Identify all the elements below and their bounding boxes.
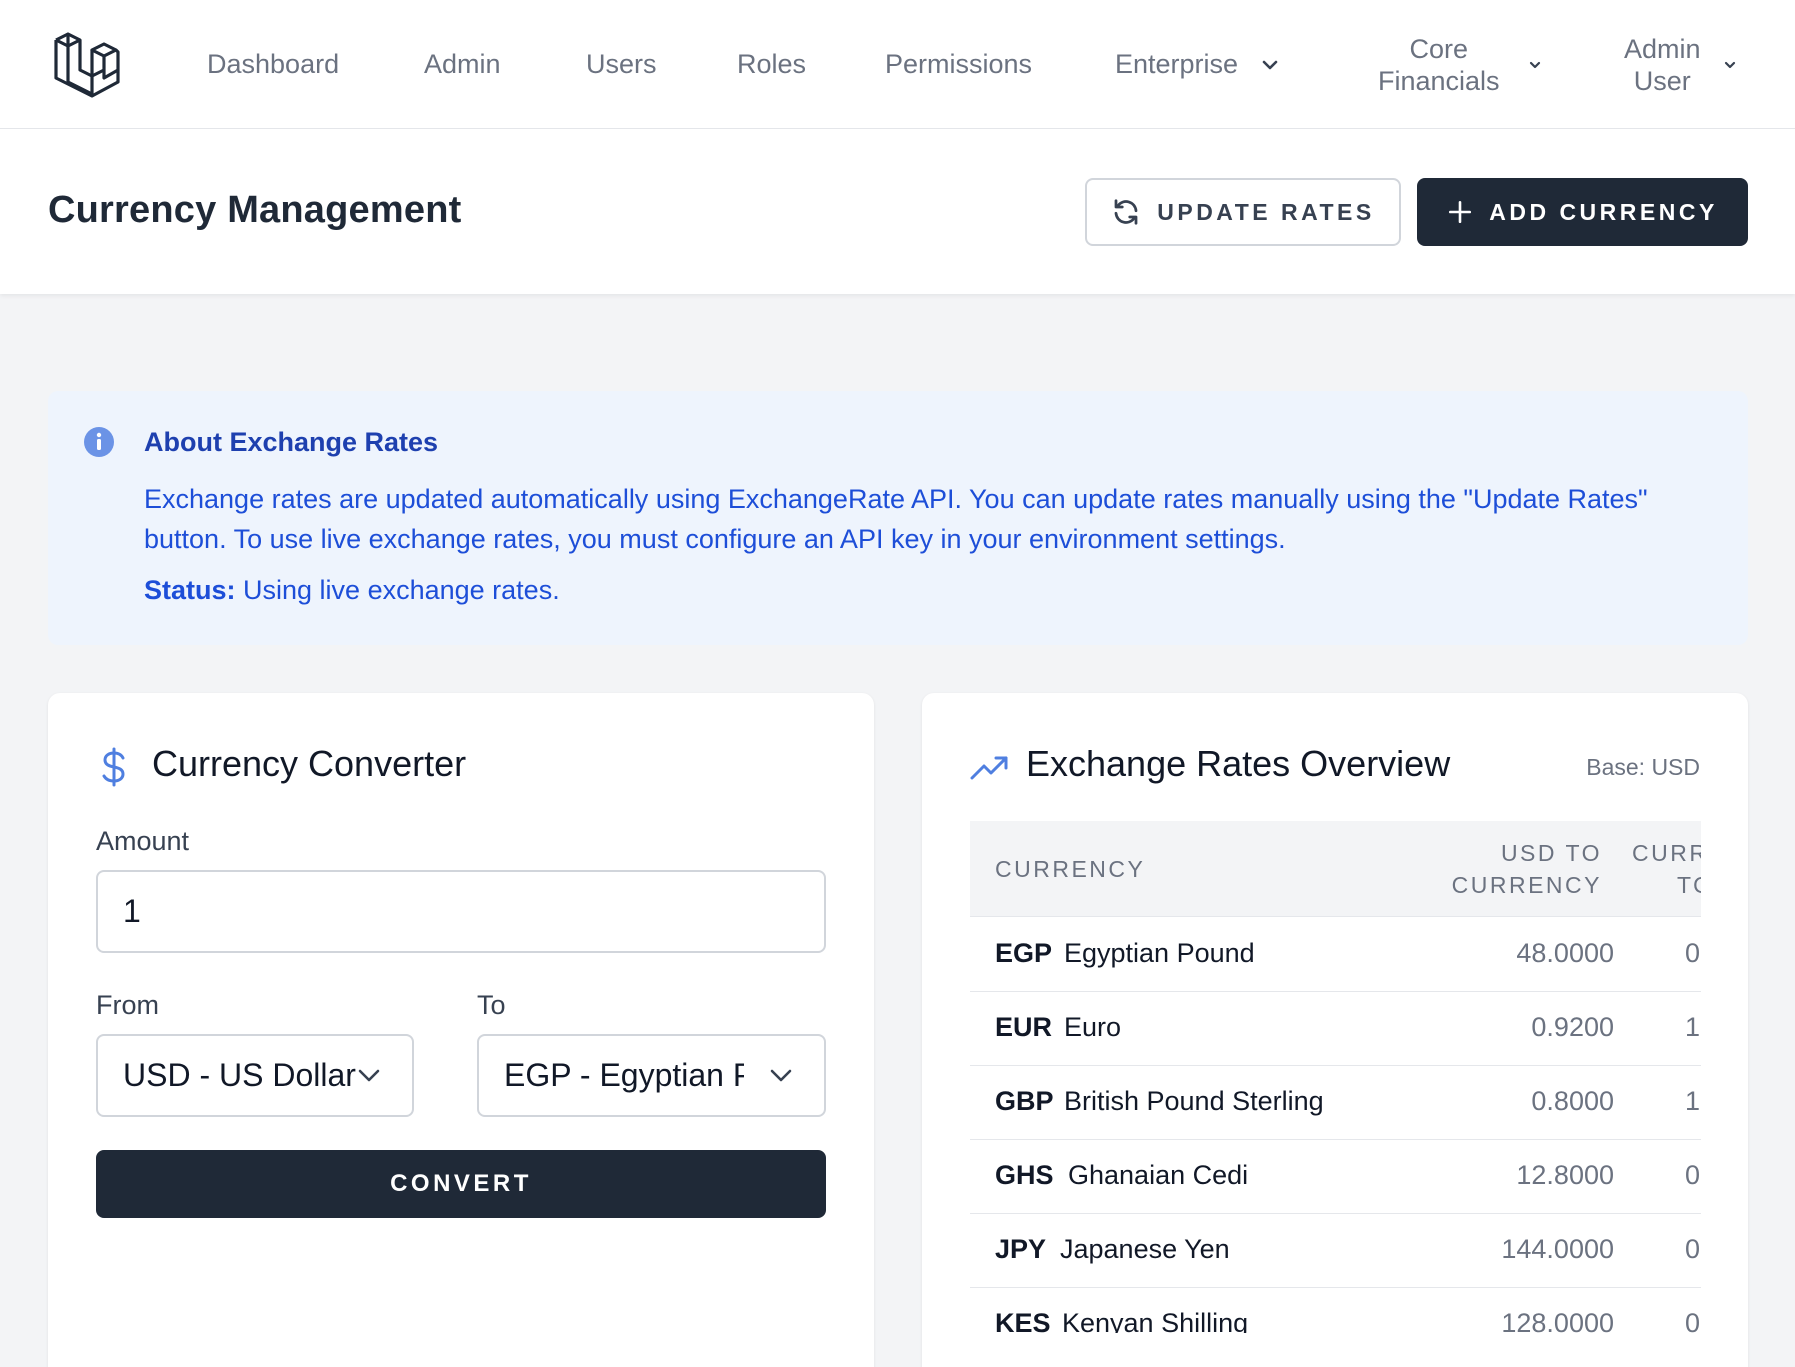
nav-permissions[interactable]: Permissions [885, 0, 1032, 129]
currency-code: EGP [995, 938, 1053, 968]
usd-to-currency-rate: 0.8000 [1531, 1086, 1614, 1116]
amount-input[interactable]: 1 [96, 870, 826, 953]
from-currency-select[interactable]: USD - US Dollar [96, 1034, 414, 1117]
currency-code: EUR [995, 1012, 1053, 1042]
rates-title: Exchange Rates Overview [1026, 743, 1451, 784]
rates-table-header: CURRENCY USD TO CURRENCY CURR TO [970, 821, 1701, 917]
nav-core-financials-dropdown[interactable]: Core Financials [1378, 0, 1542, 129]
nav-core-financials-label-2: Financials [1378, 65, 1500, 96]
usd-to-currency-rate: 144.0000 [1501, 1234, 1614, 1264]
currency-converter-card: Currency Converter Amount 1 From USD - U… [48, 693, 874, 1367]
usd-to-currency-rate: 12.8000 [1516, 1160, 1614, 1190]
table-row: GBP British Pound Sterling 0.8000 1 [970, 1066, 1701, 1140]
col-usd-to-line-2: CURRENCY [1451, 872, 1602, 898]
status-label: Status: [144, 575, 236, 605]
currency-code: GBP [995, 1086, 1054, 1116]
nav-admin[interactable]: Admin [424, 0, 501, 129]
user-name-line-1: Admin [1624, 33, 1701, 64]
currency-to-usd-rate: 1. [1685, 1012, 1701, 1042]
col-currency: CURRENCY [995, 856, 1146, 882]
chevron-down-icon [770, 1069, 792, 1082]
chevron-down-icon [1262, 60, 1278, 69]
nav-core-financials-label-1: Core [1409, 33, 1469, 64]
currency-name: Euro [1064, 1012, 1122, 1042]
converter-title: Currency Converter [152, 743, 467, 784]
chevron-down-icon [1529, 61, 1540, 68]
to-label: To [477, 990, 506, 1020]
table-row: GHS Ghanaian Cedi 12.8000 0 [970, 1140, 1701, 1214]
info-title: About Exchange Rates [144, 427, 439, 457]
currency-code: GHS [995, 1160, 1054, 1190]
add-currency-label: ADD CURRENCY [1489, 198, 1718, 225]
dollar-icon [102, 747, 125, 787]
currency-to-usd-rate: 0. [1685, 938, 1701, 968]
col-curr-to-line-1: CURR [1632, 840, 1701, 866]
nav-enterprise-dropdown[interactable]: Enterprise [1115, 0, 1280, 129]
plus-icon [1449, 200, 1472, 224]
convert-button[interactable]: CONVERT [96, 1150, 826, 1218]
update-rates-button[interactable]: UPDATE RATES [1085, 178, 1401, 246]
currency-name: British Pound Sterling [1064, 1086, 1324, 1116]
table-row: JPY Japanese Yen 144.0000 0 [970, 1214, 1701, 1288]
add-currency-button[interactable]: ADD CURRENCY [1417, 178, 1748, 246]
trending-up-icon [970, 756, 1008, 780]
user-menu-dropdown[interactable]: Admin User [1624, 0, 1737, 129]
info-icon [84, 427, 114, 457]
info-status: Status: Using live exchange rates. [144, 575, 560, 606]
refresh-icon [1114, 199, 1138, 225]
from-currency-value: USD - US Dollar [123, 1057, 356, 1093]
currency-code: KES [995, 1308, 1051, 1333]
usd-to-currency-rate: 128.0000 [1501, 1308, 1614, 1333]
exchange-rates-card: Exchange Rates Overview Base: USD CURREN… [922, 693, 1748, 1367]
currency-code: JPY [995, 1234, 1047, 1264]
base-currency-label: Base: USD [1586, 754, 1700, 780]
col-curr-to-line-2: TO [1677, 872, 1701, 898]
chevron-down-icon [358, 1069, 380, 1082]
laravel-logo-icon[interactable] [52, 30, 122, 98]
currency-to-usd-rate: 0 [1685, 1234, 1701, 1264]
status-value: Using live exchange rates. [243, 575, 560, 605]
col-usd-to-currency: USD TO CURRENCY [1452, 837, 1602, 901]
rates-table: CURRENCY USD TO CURRENCY CURR TO EGP Egy… [970, 821, 1701, 1333]
usd-to-currency-rate: 0.9200 [1531, 1012, 1614, 1042]
page-header: Currency Management UPDATE RATES ADD CUR… [0, 129, 1795, 294]
from-label: From [96, 990, 159, 1020]
table-row: KES Kenyan Shilling 128.0000 0 [970, 1288, 1701, 1333]
top-navbar: Dashboard Admin Users Roles Permissions … [0, 0, 1795, 129]
amount-label: Amount [96, 826, 190, 856]
table-row: EUR Euro 0.9200 1. [970, 992, 1701, 1066]
nav-users[interactable]: Users [586, 0, 657, 129]
to-currency-value: EGP - Egyptian Pound [504, 1057, 744, 1093]
to-currency-select[interactable]: EGP - Egyptian Pound [477, 1034, 826, 1117]
nav-enterprise-label: Enterprise [1115, 49, 1239, 79]
info-description: Exchange rates are updated automatically… [144, 484, 1648, 554]
currency-name: Egyptian Pound [1064, 938, 1255, 968]
currency-name: Ghanaian Cedi [1068, 1160, 1249, 1190]
currency-name: Japanese Yen [1060, 1234, 1230, 1264]
exchange-rates-info-banner: About Exchange Rates Exchange rates are … [48, 391, 1748, 645]
currency-to-usd-rate: 0 [1685, 1308, 1701, 1333]
currency-name: Kenyan Shilling [1062, 1308, 1249, 1333]
currency-to-usd-rate: 0 [1685, 1160, 1701, 1190]
update-rates-label: UPDATE RATES [1157, 198, 1375, 225]
col-currency-to-usd: CURR TO [1632, 837, 1701, 901]
page-title: Currency Management [48, 189, 462, 231]
user-name-line-2: User [1633, 65, 1691, 96]
col-usd-to-line-1: USD TO [1500, 840, 1602, 866]
table-row: EGP Egyptian Pound 48.0000 0. [970, 918, 1701, 992]
usd-to-currency-rate: 48.0000 [1516, 938, 1614, 968]
currency-to-usd-rate: 1 [1685, 1086, 1701, 1116]
nav-dashboard[interactable]: Dashboard [207, 0, 339, 129]
chevron-down-icon [1724, 61, 1735, 68]
nav-roles[interactable]: Roles [737, 0, 806, 129]
